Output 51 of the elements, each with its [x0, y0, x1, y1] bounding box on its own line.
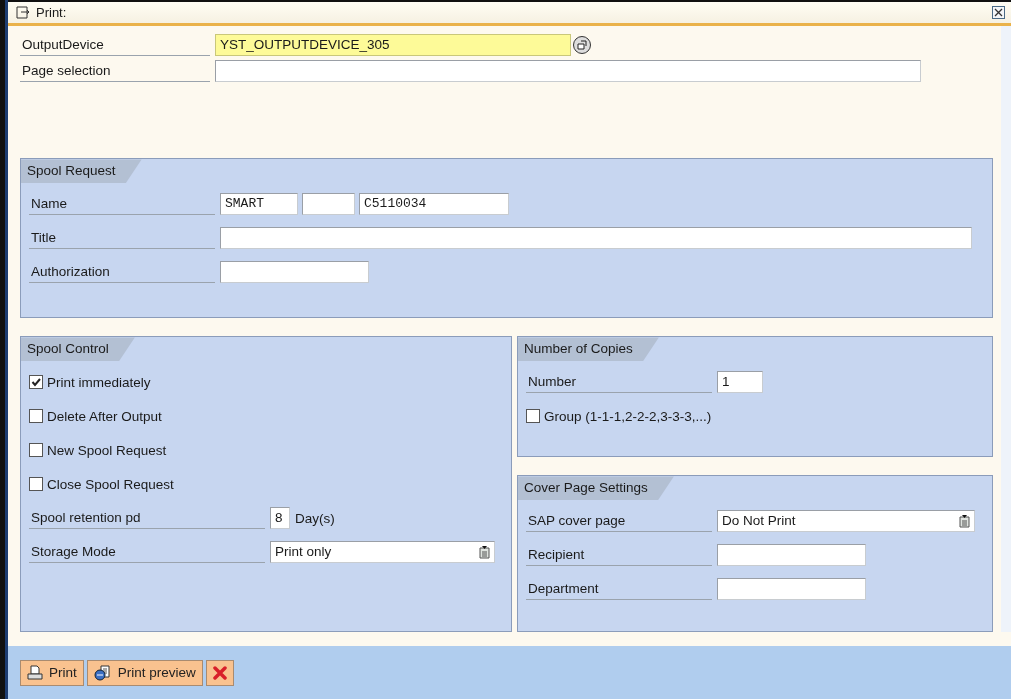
input-field[interactable]: [717, 544, 866, 567]
checkbox-label: Close Spool Request: [47, 476, 174, 492]
input-field[interactable]: C5110034: [359, 193, 509, 216]
dropdown[interactable]: Do Not Print: [717, 510, 975, 533]
group-title: Spool Request: [21, 159, 142, 184]
checkbox[interactable]: [29, 375, 43, 390]
field-label: Number: [526, 371, 712, 394]
printer-icon: [27, 664, 43, 681]
field-label: Spool retention pd: [29, 507, 265, 530]
field-label: Authorization: [29, 261, 215, 284]
dropdown[interactable]: Print only: [270, 541, 495, 564]
field-label: Name: [29, 193, 215, 216]
field-label: Storage Mode: [29, 541, 265, 564]
checkbox[interactable]: [526, 409, 540, 424]
print-preview-button[interactable]: Print preview: [86, 659, 203, 686]
group-title: Cover Page Settings: [518, 476, 674, 501]
field-label: OutputDevice: [20, 34, 210, 57]
dropdown-icon[interactable]: [479, 545, 490, 559]
checkbox[interactable]: [29, 477, 43, 492]
window-icon: [16, 6, 32, 20]
input-field[interactable]: [717, 578, 866, 601]
window-title: Print:: [36, 5, 68, 21]
input-field[interactable]: [220, 261, 369, 284]
field-label: SAP cover page: [526, 510, 712, 533]
dropdown-icon[interactable]: [959, 514, 970, 528]
input-field[interactable]: SMART: [220, 193, 298, 216]
unit-label: Day(s): [295, 510, 335, 526]
preview-icon: [93, 664, 112, 681]
checkbox-label: Print immediately: [47, 374, 151, 390]
print-button[interactable]: Print: [20, 659, 84, 686]
checkbox[interactable]: [29, 443, 43, 458]
input-field[interactable]: [302, 193, 355, 216]
close-button[interactable]: [992, 6, 1005, 20]
field-label: Title: [29, 227, 215, 250]
input-field[interactable]: [215, 60, 921, 83]
input-field[interactable]: YST_OUTPUTDEVICE_305: [215, 34, 571, 57]
checkbox-label: Group (1-1-1,2-2-2,3-3-3,...): [544, 408, 712, 424]
input-field[interactable]: [220, 227, 972, 250]
field-label: Recipient: [526, 544, 712, 567]
search-help-icon[interactable]: [573, 36, 591, 55]
field-label: Department: [526, 578, 712, 601]
field-label: Page selection: [20, 60, 210, 83]
group-title: Spool Control: [21, 337, 135, 362]
checkbox-label: Delete After Output: [47, 408, 162, 424]
input-field[interactable]: 1: [717, 371, 763, 394]
cancel-button[interactable]: [205, 659, 234, 686]
checkbox-label: New Spool Request: [47, 442, 167, 458]
cancel-icon: [212, 665, 227, 680]
group-title: Number of Copies: [518, 337, 659, 362]
checkbox[interactable]: [29, 409, 43, 424]
input-field[interactable]: 8: [270, 507, 290, 530]
